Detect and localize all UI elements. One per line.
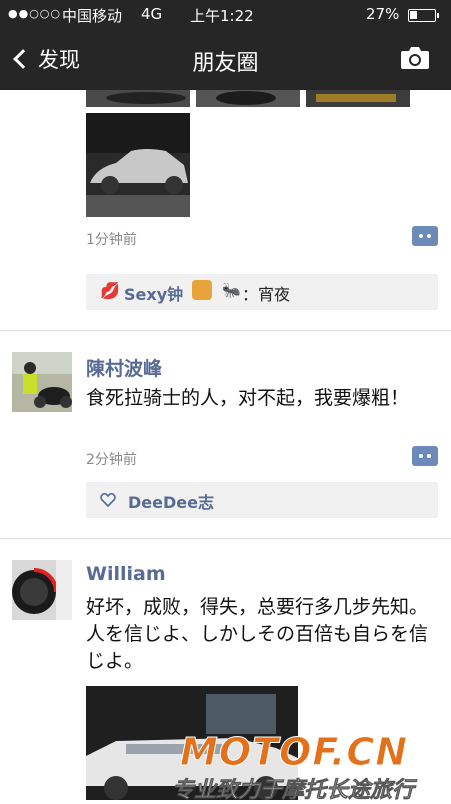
post-author[interactable]: 陳村波峰	[86, 354, 162, 381]
page-title: 朋友圈	[192, 51, 259, 76]
network-type: 4G	[141, 5, 163, 23]
ant-icon: 🐜	[222, 281, 241, 299]
watermark-brand: MOTOF.CN	[179, 730, 409, 775]
post-photo[interactable]	[196, 90, 300, 107]
watermark-slogan: 专业致力于摩托长途旅行	[172, 778, 415, 804]
likes-box: DeeDee志	[86, 482, 438, 518]
nav-bar: 发现 朋友圈	[0, 30, 451, 90]
avatar[interactable]	[12, 352, 72, 412]
heart-icon	[100, 492, 116, 507]
divider	[0, 330, 451, 331]
post-timestamp: 1分钟前	[86, 232, 137, 248]
comment-button[interactable]	[412, 446, 438, 466]
post-timestamp: 2分钟前	[86, 452, 137, 468]
status-bar: ●●○○○ 中国移动 4G 上午1:22 27%	[0, 0, 451, 30]
clock: 上午1:22	[190, 7, 254, 25]
signal-strength: ●●○○○	[8, 7, 61, 20]
battery-percent: 27%	[366, 5, 400, 23]
post-photo[interactable]	[86, 90, 190, 107]
watermark: MOTOF.CN 专业致力于摩托长途旅行	[160, 728, 451, 804]
post-photo[interactable]	[306, 90, 410, 107]
post-photo-car[interactable]	[86, 113, 190, 217]
lips-icon: 💋	[100, 281, 120, 300]
comment-button[interactable]	[412, 226, 438, 246]
post-text: 食死拉骑士的人，对不起，我要爆粗！	[86, 387, 410, 409]
battery-icon	[408, 9, 439, 22]
like-user[interactable]: Sexy钟	[124, 281, 183, 305]
camera-icon[interactable]	[400, 46, 430, 70]
carrier-name: 中国移动	[62, 7, 123, 25]
avatar[interactable]	[12, 560, 72, 620]
post-author[interactable]: William	[86, 563, 166, 585]
like-user[interactable]: DeeDee志	[128, 489, 214, 513]
likes-box: 💋 Sexy钟 🐜 ：宵夜	[86, 274, 438, 310]
tiger-icon	[192, 280, 212, 300]
divider	[0, 538, 451, 539]
post-text: 好坏，成败，得失，总要行多几步先知。人を信じよ、しかしその百倍も自らを信じよ。	[86, 596, 429, 672]
like-extra-text: ：宵夜	[242, 285, 291, 304]
